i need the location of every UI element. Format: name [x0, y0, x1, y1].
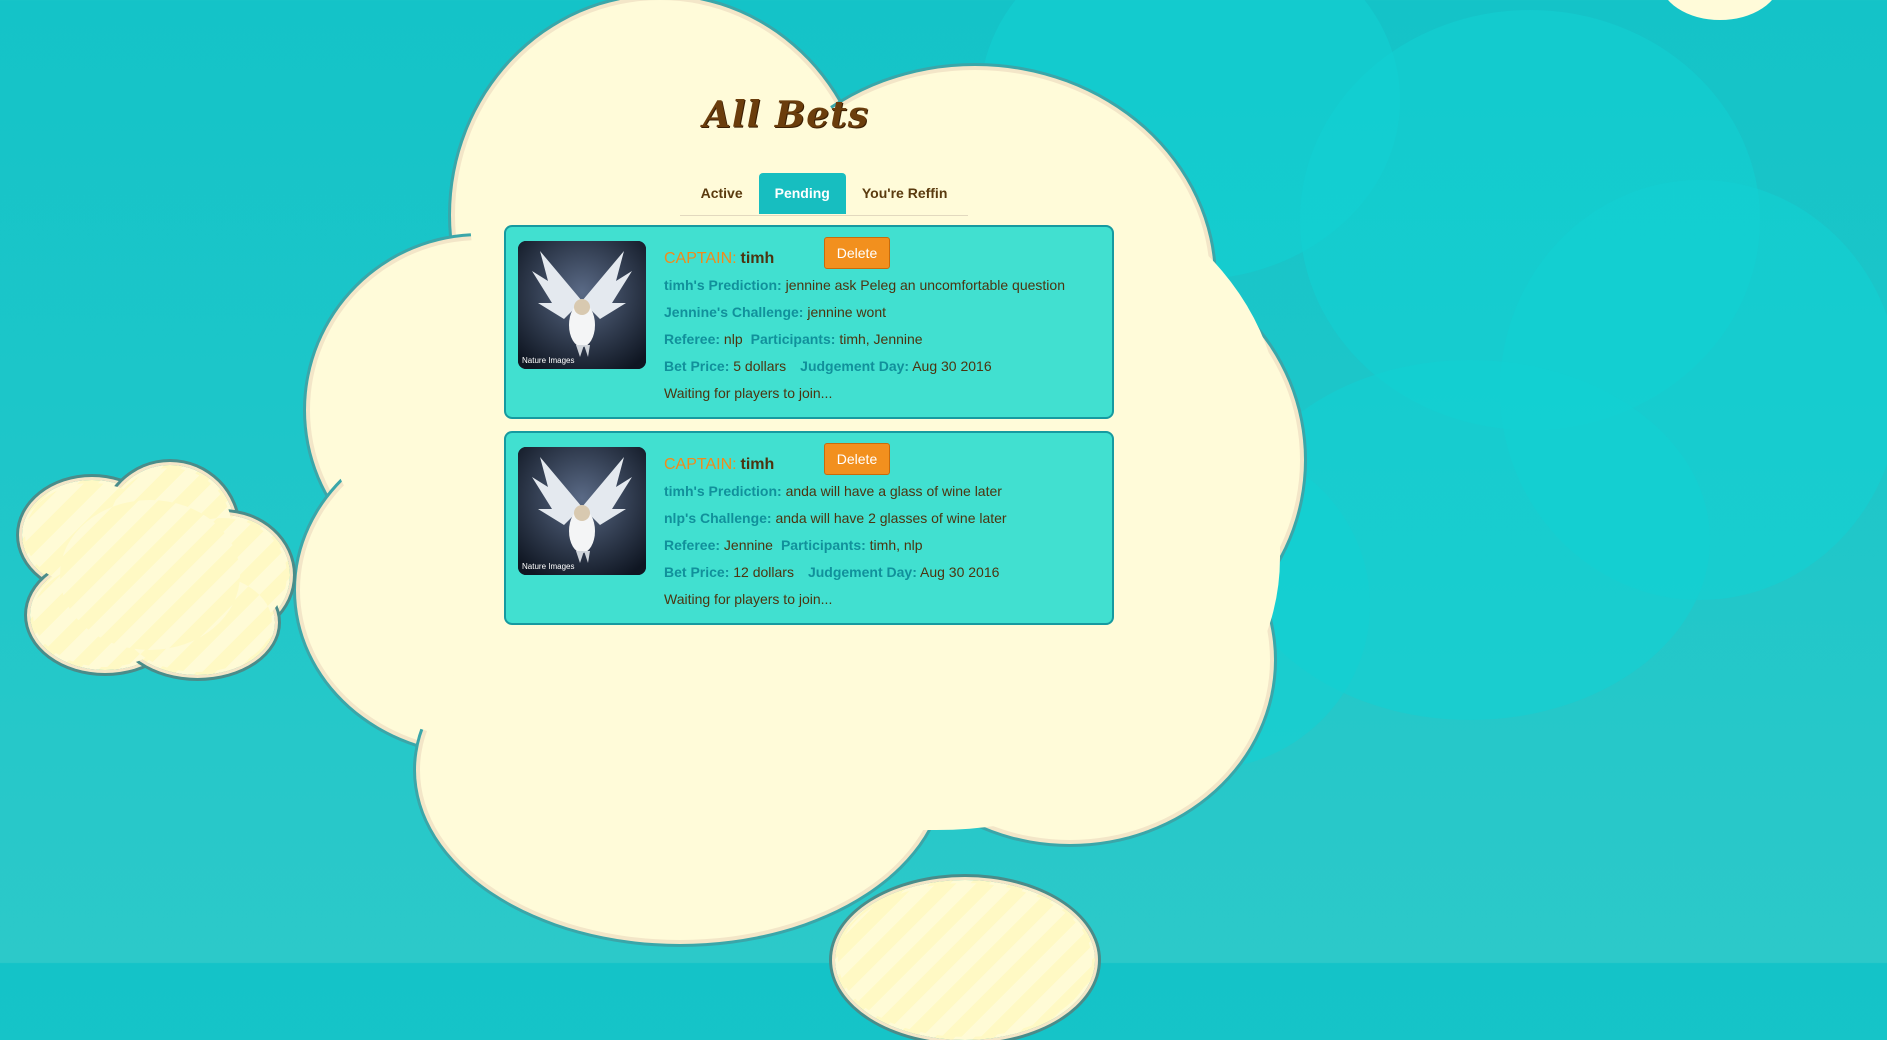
judgement-day-value: Aug 30 2016 [920, 564, 1000, 580]
judgement-day-value: Aug 30 2016 [912, 358, 992, 374]
challenge-label: Jennine's Challenge: [664, 304, 804, 320]
bet-card: Nature Images CAPTAIN: timh timh's Predi… [504, 431, 1114, 625]
referee-label: Referee: [664, 331, 721, 347]
challenge-text: anda will have 2 glasses of wine later [775, 510, 1007, 526]
prediction-text: jennine ask Peleg an uncomfortable quest… [785, 277, 1065, 293]
owl-photo-icon: Nature Images [518, 241, 646, 369]
bet-price-label: Bet Price: [664, 358, 730, 374]
owl-image [518, 241, 646, 369]
tab-active[interactable]: Active [685, 173, 759, 214]
owl-photo-icon: Nature Images [518, 447, 646, 575]
tab-youre-reffin[interactable]: You're Reffin [846, 173, 964, 214]
challenge-text: jennine wont [807, 304, 886, 320]
bet-price-label: Bet Price: [664, 564, 730, 580]
bet-price-value: 12 dollars [733, 564, 794, 580]
participants-label: Participants: [750, 331, 836, 347]
challenge-label: nlp's Challenge: [664, 510, 772, 526]
judgement-day-label: Judgement Day: [800, 358, 910, 374]
participants-value: timh, nlp [869, 537, 923, 553]
judgement-day-label: Judgement Day: [807, 564, 917, 580]
participants-value: timh, Jennine [839, 331, 923, 347]
referee-value: Jennine [723, 537, 773, 553]
bet-price-value: 5 dollars [733, 358, 787, 374]
image-caption: Nature Images [522, 356, 575, 365]
delete-button[interactable]: Delete [824, 443, 890, 475]
page-title: All Bets [703, 94, 870, 136]
prediction-label: timh's Prediction: [664, 483, 782, 499]
bet-tabs: Active Pending You're Reffin [680, 173, 968, 216]
image-caption: Nature Images [522, 562, 575, 571]
bet-card: Nature Images CAPTAIN: timh timh's Predi… [504, 225, 1114, 419]
referee-label: Referee: [664, 537, 721, 553]
captain-name: timh [740, 456, 775, 473]
captain-name: timh [740, 250, 775, 267]
referee-value: nlp [723, 331, 743, 347]
captain-label: CAPTAIN: [664, 456, 737, 473]
participants-label: Participants: [780, 537, 866, 553]
delete-button[interactable]: Delete [824, 237, 890, 269]
owl-image [518, 447, 646, 575]
prediction-label: timh's Prediction: [664, 277, 782, 293]
tab-pending[interactable]: Pending [758, 173, 846, 214]
prediction-text: anda will have a glass of wine later [785, 483, 1002, 499]
status-text: Waiting for players to join... [664, 591, 833, 607]
status-text: Waiting for players to join... [664, 385, 833, 401]
captain-label: CAPTAIN: [664, 250, 737, 267]
